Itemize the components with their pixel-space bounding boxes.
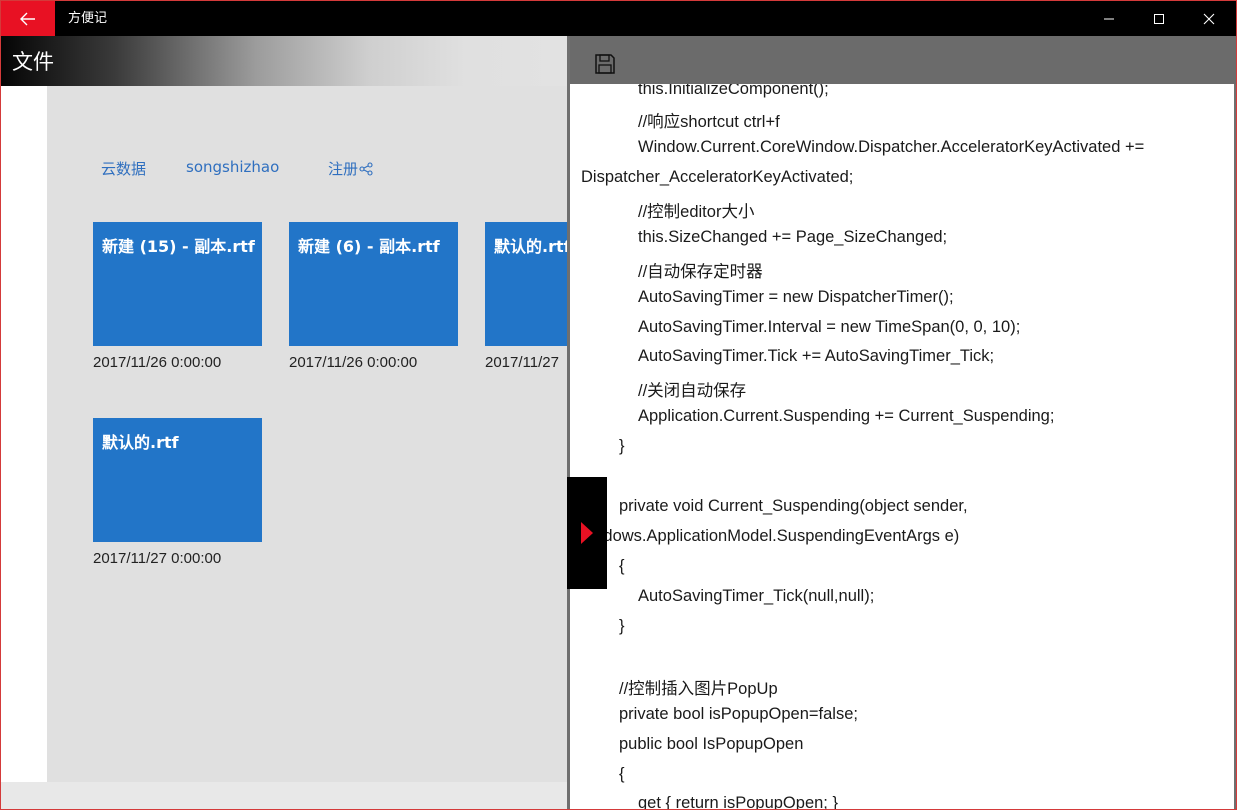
code-line: //控制插入图片PopUp xyxy=(619,680,778,698)
title-bar: 方便记 xyxy=(1,1,1236,36)
file-panel-title: 文件 xyxy=(12,50,54,74)
panel-toggle-button[interactable] xyxy=(567,477,607,589)
code-line: } xyxy=(619,617,625,635)
username-link[interactable]: songshizhao xyxy=(186,158,279,176)
code-line: private bool isPopupOpen=false; xyxy=(619,705,858,723)
file-tile[interactable]: 默认的.rtf xyxy=(485,222,568,346)
file-tile[interactable]: 默认的.rtf xyxy=(93,418,262,542)
side-gutter xyxy=(1,86,47,782)
back-button[interactable] xyxy=(1,1,55,36)
file-tile-date: 2017/11/27 0:00:00 xyxy=(93,550,222,567)
editor-right-border xyxy=(1234,84,1236,809)
maximize-icon xyxy=(1154,13,1164,24)
file-tile-name: 默认的.rtf xyxy=(494,237,568,256)
file-tile[interactable]: 新建 (15) - 副本.rtf xyxy=(93,222,262,346)
code-line: //关闭自动保存 xyxy=(638,382,747,400)
file-tile[interactable]: 新建 (6) - 副本.rtf xyxy=(289,222,458,346)
save-button[interactable] xyxy=(592,51,618,77)
maximize-button[interactable] xyxy=(1134,1,1184,36)
code-line: AutoSavingTimer.Tick += AutoSavingTimer_… xyxy=(638,347,995,365)
close-button[interactable] xyxy=(1184,1,1234,36)
file-panel: 文件 云数据 songshizhao 注册 新建 (15) - 副本.rtf 2… xyxy=(1,36,568,809)
register-label: 注册 xyxy=(328,160,359,178)
code-line: AutoSavingTimer.Interval = new TimeSpan(… xyxy=(638,318,1021,336)
code-line: public bool IsPopupOpen xyxy=(619,735,804,753)
bottom-strip xyxy=(1,782,568,809)
save-icon xyxy=(595,54,615,74)
share-icon xyxy=(359,161,373,176)
code-line: { xyxy=(619,765,625,783)
code-line: Window.Current.CoreWindow.Dispatcher.Acc… xyxy=(638,138,1145,156)
file-tile-date: 2017/11/26 0:00:00 xyxy=(93,354,222,371)
file-tile-name: 默认的.rtf xyxy=(102,433,179,452)
chevron-right-icon xyxy=(581,522,593,544)
file-tile-date: 2017/11/26 0:00:00 xyxy=(289,354,418,371)
code-line: get { return isPopupOpen; } xyxy=(638,794,838,809)
file-list-area: 云数据 songshizhao 注册 新建 (15) - 副本.rtf 2017… xyxy=(47,86,568,782)
code-line: Windows.ApplicationModel.SuspendingEvent… xyxy=(575,527,960,545)
app-title: 方便记 xyxy=(68,11,108,26)
file-panel-header: 文件 xyxy=(1,36,568,86)
editor-toolbar xyxy=(570,36,1236,84)
minimize-button[interactable] xyxy=(1084,1,1134,36)
register-link[interactable]: 注册 xyxy=(328,158,373,179)
code-line: Application.Current.Suspending += Curren… xyxy=(638,407,1055,425)
app-window: 方便记 文件 云数据 songshizhao 注册 新建 (15) - 副本.r… xyxy=(0,0,1237,810)
code-line: //控制editor大小 xyxy=(638,203,755,221)
close-icon xyxy=(1203,13,1215,24)
rich-text-editor[interactable]: this.InitializeComponent(); //响应shortcut… xyxy=(570,84,1234,809)
file-tile-name: 新建 (6) - 副本.rtf xyxy=(298,237,440,256)
code-line: //自动保存定时器 xyxy=(638,263,763,281)
code-line: { xyxy=(619,557,625,575)
code-line: this.SizeChanged += Page_SizeChanged; xyxy=(638,228,948,246)
code-line: //响应shortcut ctrl+f xyxy=(638,113,780,131)
file-tile-date: 2017/11/27 xyxy=(485,354,559,371)
back-arrow-icon xyxy=(20,12,35,25)
file-tile-name: 新建 (15) - 副本.rtf xyxy=(102,237,255,256)
code-line: AutoSavingTimer_Tick(null,null); xyxy=(638,587,875,605)
code-line: private void Current_Suspending(object s… xyxy=(619,497,968,515)
cloud-data-link[interactable]: 云数据 xyxy=(101,158,146,179)
code-line: this.InitializeComponent(); xyxy=(638,84,829,98)
code-line: AutoSavingTimer = new DispatcherTimer(); xyxy=(638,288,954,306)
minimize-icon xyxy=(1104,18,1114,19)
code-line: Dispatcher_AcceleratorKeyActivated; xyxy=(581,168,854,186)
code-line: } xyxy=(619,437,625,455)
